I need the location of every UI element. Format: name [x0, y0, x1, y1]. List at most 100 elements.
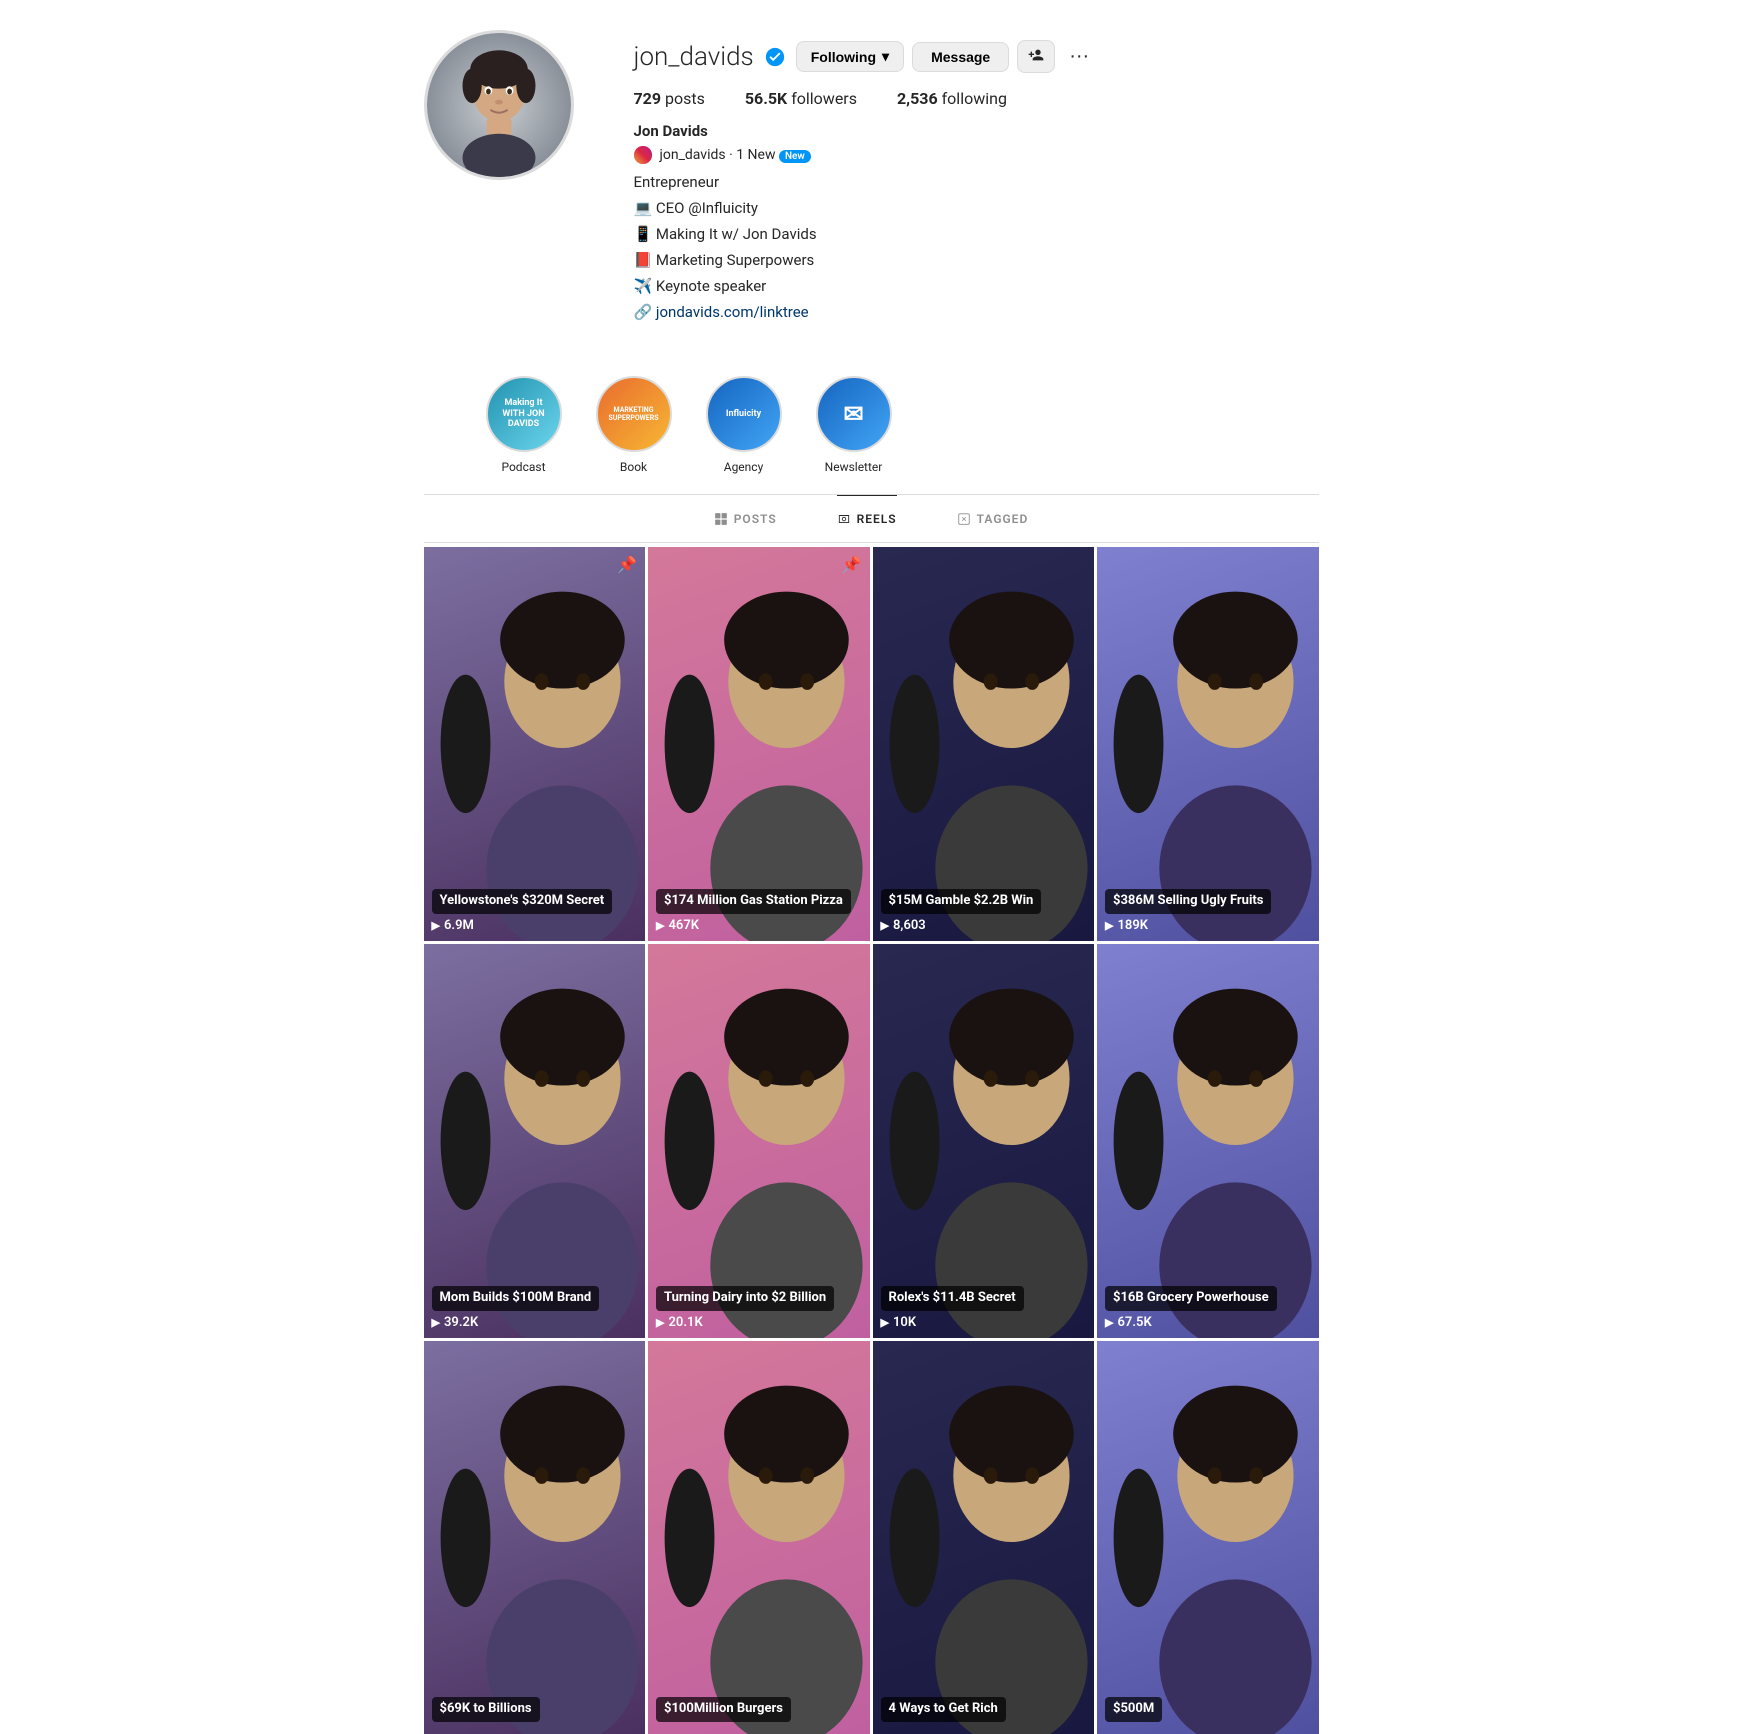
posts-stat[interactable]: 729 posts — [634, 89, 705, 108]
bio-line-2: 📱 Making It w/ Jon Davids — [634, 222, 1319, 246]
bio-line-1: 💻 CEO @Influicity — [634, 196, 1319, 220]
bio-line-3: 📕 Marketing Superpowers — [634, 248, 1319, 272]
reel-title-7: Rolex's $11.4B Secret — [881, 1286, 1024, 1311]
reel-views-5: ▶39.2K — [432, 1315, 638, 1330]
play-icon: ▶ — [656, 1316, 664, 1329]
add-person-button[interactable] — [1017, 40, 1055, 73]
bio-link[interactable]: 🔗 jondavids.com/linktree — [634, 300, 1319, 324]
reel-overlay-5: Mom Builds $100M Brand ▶39.2K — [424, 1278, 646, 1338]
verified-icon — [764, 46, 786, 68]
stats-row: 729 posts 56.5K followers 2,536 followin… — [634, 89, 1319, 108]
username: jon_davids — [634, 42, 754, 72]
highlight-podcast[interactable]: Making ItWITH JON DAVIDS Podcast — [484, 376, 564, 474]
tabs-section: POSTS REELS TAGGED — [424, 495, 1319, 543]
reel-overlay-8: $16B Grocery Powerhouse▶67.5K — [1097, 1278, 1319, 1338]
play-icon: ▶ — [432, 919, 440, 932]
reel-overlay-4: $386M Selling Ugly Fruits▶189K — [1097, 881, 1319, 941]
grid-item-12[interactable]: $500M — [1097, 1341, 1319, 1734]
full-name: Jon Davids — [634, 122, 1319, 140]
reel-overlay-12: $500M — [1097, 1689, 1319, 1734]
reel-overlay-7: Rolex's $11.4B Secret ▶10K — [873, 1278, 1095, 1338]
reel-views-6: ▶20.1K — [656, 1315, 862, 1330]
message-button[interactable]: Message — [912, 42, 1009, 72]
bio: Entrepreneur 💻 CEO @Influicity 📱 Making … — [634, 170, 1319, 324]
website-link[interactable]: 🔗 jondavids.com/linktree — [634, 303, 809, 321]
reel-title-10: $100Million Burgers — [656, 1697, 791, 1722]
reel-title-9: $69K to Billions — [432, 1697, 540, 1722]
pin-icon-1: 📌 — [617, 555, 637, 574]
reels-icon — [837, 512, 851, 526]
username-row: jon_davids Following ▾ Message — [634, 40, 1319, 73]
following-button[interactable]: Following ▾ — [796, 41, 904, 72]
posts-grid-icon — [714, 512, 728, 526]
reel-title-11: 4 Ways to Get Rich — [881, 1697, 1006, 1722]
person-svg-12 — [1097, 1341, 1319, 1734]
reel-views-2: ▶467K — [656, 918, 862, 933]
reel-overlay-10: $100Million Burgers — [648, 1689, 870, 1734]
reel-overlay-11: 4 Ways to Get Rich — [873, 1689, 1095, 1734]
play-icon: ▶ — [656, 919, 664, 932]
grid-item-3[interactable]: $15M Gamble $2.2B Win ▶8,603 — [873, 547, 1095, 941]
reel-title-2: $174 Million Gas Station Pizza — [656, 889, 851, 914]
grid-item-9[interactable]: $69K to Billions — [424, 1341, 646, 1734]
play-icon: ▶ — [881, 1316, 889, 1329]
profile-header: jon_davids Following ▾ Message — [424, 30, 1319, 326]
person-svg-9 — [424, 1341, 646, 1734]
avatar — [424, 30, 574, 180]
reel-views-7: ▶10K — [881, 1315, 1087, 1330]
tab-tagged-label: TAGGED — [977, 512, 1029, 526]
highlight-newsletter[interactable]: ✉ Newsletter — [814, 376, 894, 474]
reel-title-1: Yellowstone's $320M Secret — [432, 889, 613, 914]
notes-row[interactable]: jon_davids · 1 New New — [634, 146, 1319, 164]
play-icon: ▶ — [881, 919, 889, 932]
reel-views-1: ▶6.9M — [432, 918, 638, 933]
highlight-label-agency: Agency — [724, 460, 764, 474]
tab-posts[interactable]: POSTS — [714, 495, 777, 542]
highlight-book[interactable]: MARKETINGSUPERPOWERS Book — [594, 376, 674, 474]
grid-item-8[interactable]: $16B Grocery Powerhouse▶67.5K — [1097, 944, 1319, 1338]
highlights-section: Making ItWITH JON DAVIDS Podcast MARKETI… — [424, 356, 1319, 495]
more-options-button[interactable]: ··· — [1063, 41, 1095, 72]
tab-tagged[interactable]: TAGGED — [957, 495, 1029, 542]
person-svg-11 — [873, 1341, 1095, 1734]
highlight-label-book: Book — [620, 460, 647, 474]
reel-overlay-2: $174 Million Gas Station Pizza ▶467K — [648, 881, 870, 941]
highlight-circle-book: MARKETINGSUPERPOWERS — [596, 376, 672, 452]
bio-category: Entrepreneur — [634, 170, 1319, 194]
new-badge: New — [779, 150, 811, 163]
reel-views-3: ▶8,603 — [881, 918, 1087, 933]
highlight-circle-podcast: Making ItWITH JON DAVIDS — [486, 376, 562, 452]
grid-item-2[interactable]: 📌 $174 Million Gas Station Pizza ▶467K — [648, 547, 870, 941]
reel-title-5: Mom Builds $100M Brand — [432, 1286, 600, 1311]
grid-item-6[interactable]: Turning Dairy into $2 Billion▶20.1K — [648, 944, 870, 1338]
play-icon: ▶ — [432, 1316, 440, 1329]
reel-overlay-6: Turning Dairy into $2 Billion▶20.1K — [648, 1278, 870, 1338]
grid-item-7[interactable]: Rolex's $11.4B Secret ▶10K — [873, 944, 1095, 1338]
grid-item-10[interactable]: $100Million Burgers — [648, 1341, 870, 1734]
grid-section: 📌 Yellowstone's $320M Secret ▶6.9M 📌 $174 Mi… — [424, 547, 1319, 1734]
reel-title-3: $15M Gamble $2.2B Win — [881, 889, 1042, 914]
grid-item-1[interactable]: 📌 Yellowstone's $320M Secret ▶6.9M — [424, 547, 646, 941]
highlight-agency[interactable]: Influicity Agency — [704, 376, 784, 474]
notes-icon — [634, 146, 652, 164]
tab-reels-label: REELS — [857, 512, 897, 526]
avatar-wrapper — [424, 30, 574, 180]
grid-item-4[interactable]: $386M Selling Ugly Fruits▶189K — [1097, 547, 1319, 941]
grid-item-5[interactable]: Mom Builds $100M Brand ▶39.2K — [424, 944, 646, 1338]
person-svg-10 — [648, 1341, 870, 1734]
following-stat[interactable]: 2,536 following — [897, 89, 1007, 108]
tagged-icon — [957, 512, 971, 526]
tab-reels[interactable]: REELS — [837, 495, 897, 542]
pin-icon-2: 📌 — [842, 555, 862, 574]
followers-stat[interactable]: 56.5K followers — [745, 89, 857, 108]
reel-overlay-3: $15M Gamble $2.2B Win ▶8,603 — [873, 881, 1095, 941]
notes-text: jon_davids · 1 New New — [660, 147, 811, 163]
profile-info: jon_davids Following ▾ Message — [634, 30, 1319, 326]
reel-title-8: $16B Grocery Powerhouse — [1105, 1286, 1277, 1311]
reel-title-12: $500M — [1105, 1697, 1162, 1722]
highlight-label-newsletter: Newsletter — [825, 460, 883, 474]
grid-item-11[interactable]: 4 Ways to Get Rich — [873, 1341, 1095, 1734]
person-plus-icon — [1028, 47, 1044, 63]
reel-title-4: $386M Selling Ugly Fruits — [1105, 889, 1271, 914]
play-icon: ▶ — [1105, 919, 1113, 932]
